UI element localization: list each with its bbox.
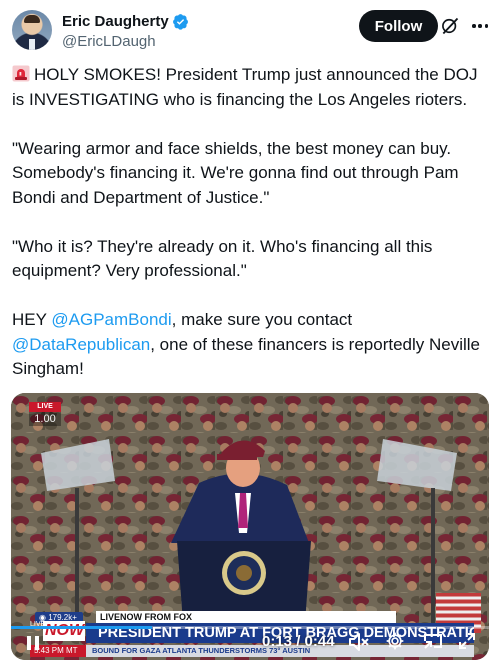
live-badge: LIVE	[29, 402, 61, 412]
avatar-hair	[24, 15, 40, 23]
volume-muted-icon[interactable]	[348, 632, 370, 652]
tweet-paragraph-1-text: HOLY SMOKES! President Trump just announ…	[12, 65, 478, 109]
author-name[interactable]: Eric Daugherty	[62, 13, 169, 30]
tweet-paragraph-2: "Wearing armor and face shields, the bes…	[12, 138, 459, 207]
author-block[interactable]: Eric Daugherty @EricLDaugh	[62, 11, 189, 50]
author-handle[interactable]: @EricLDaugh	[62, 33, 189, 50]
mention-link[interactable]: @AGPamBondi	[51, 310, 171, 329]
settings-icon[interactable]	[385, 631, 405, 651]
tweet-paragraph-3: "Who it is? They're already on it. Who's…	[12, 236, 433, 281]
picture-in-picture-icon[interactable]	[423, 632, 443, 650]
tweet-text-run: HEY	[12, 310, 52, 329]
tweet-text-run: , make sure you contact	[171, 310, 353, 329]
fullscreen-icon[interactable]	[458, 632, 476, 650]
mention-link[interactable]: @DataRepublican	[12, 335, 150, 354]
video-time: 0:13 / 0:44	[262, 633, 335, 650]
video-progress-fill	[11, 626, 152, 629]
tweet-header: Eric Daugherty @EricLDaugh Follow	[12, 10, 490, 52]
more-options-icon[interactable]	[470, 17, 490, 35]
tweet-paragraph-1: HOLY SMOKES! President Trump just announ…	[12, 63, 490, 112]
follow-button[interactable]: Follow	[359, 10, 438, 42]
tweet-paragraph-4: HEY @AGPamBondi, make sure you contact @D…	[12, 308, 490, 382]
chyron-source: LIVENOW FROM FOX	[96, 611, 396, 623]
avatar-shirt	[29, 39, 35, 50]
avatar[interactable]	[12, 10, 52, 50]
pause-icon[interactable]	[26, 635, 40, 651]
verified-badge-icon	[172, 13, 188, 30]
grok-icon[interactable]	[440, 16, 460, 36]
video-progress-bar[interactable]	[11, 626, 489, 629]
siren-emoji-icon	[12, 65, 30, 82]
playback-rate: 1.00	[29, 412, 61, 426]
tweet-text: HOLY SMOKES! President Trump just announ…	[12, 63, 490, 382]
